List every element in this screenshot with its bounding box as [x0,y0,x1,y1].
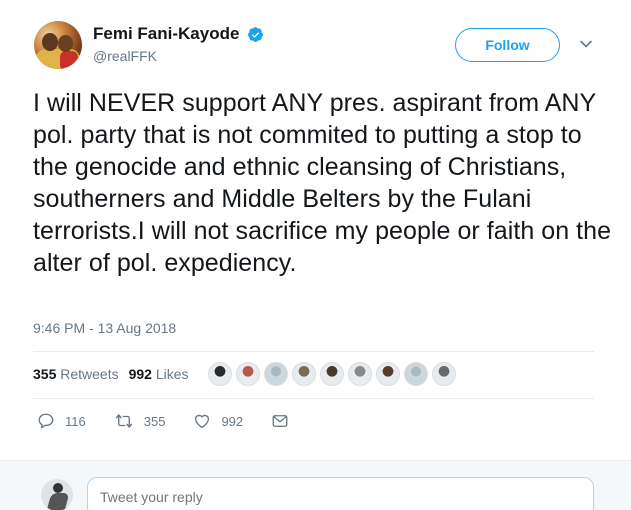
like-action[interactable]: 992 [193,412,243,430]
tweet-stats: 355 Retweets 992 Likes [33,366,199,382]
envelope-icon [272,415,288,427]
likes-stat-label: Likes [155,366,189,382]
liker-avatar[interactable] [264,362,288,386]
verified-badge-icon [248,27,263,42]
reply-action[interactable]: 116 [37,412,86,430]
direct-message-action[interactable] [271,412,299,430]
reply-count: 116 [65,413,86,429]
retweet-count: 355 [143,413,166,429]
retweets-stat-count: 355 [33,366,57,382]
tweet-actions: 116 355 992 [37,412,327,430]
author-avatar[interactable] [34,21,82,69]
heart-icon [195,414,210,429]
liker-avatar[interactable] [432,362,456,386]
chevron-down-icon[interactable] [578,36,594,52]
liker-avatar[interactable] [376,362,400,386]
divider [33,398,594,399]
tweet-timestamp[interactable]: 9:46 PM - 13 Aug 2018 [33,320,176,336]
retweet-icon [115,414,132,428]
follow-button[interactable]: Follow [455,28,560,62]
reply-composer [0,460,631,510]
tweet-card: Femi Fani-Kayode @realFFK Follow I will … [0,0,631,460]
retweets-stat[interactable]: 355 Retweets [33,366,119,382]
liker-avatar[interactable] [292,362,316,386]
like-count: 992 [221,413,244,429]
reply-icon [38,413,54,429]
user-avatar[interactable] [41,479,73,510]
retweets-stat-label: Retweets [60,366,119,382]
tweet-text: I will NEVER support ANY pres. aspirant … [33,89,612,277]
likers-avatars [208,362,460,388]
divider [33,351,594,352]
retweet-action[interactable]: 355 [114,412,166,430]
liker-avatar[interactable] [208,362,232,386]
author-name[interactable]: Femi Fani-Kayode [93,24,239,44]
liker-avatar[interactable] [320,362,344,386]
author-handle[interactable]: @realFFK [93,48,157,64]
liker-avatar[interactable] [236,362,260,386]
reply-input[interactable] [87,477,594,510]
liker-avatar[interactable] [348,362,372,386]
likes-stat[interactable]: 992 Likes [129,366,189,382]
liker-avatar[interactable] [404,362,428,386]
likes-stat-count: 992 [128,366,152,382]
